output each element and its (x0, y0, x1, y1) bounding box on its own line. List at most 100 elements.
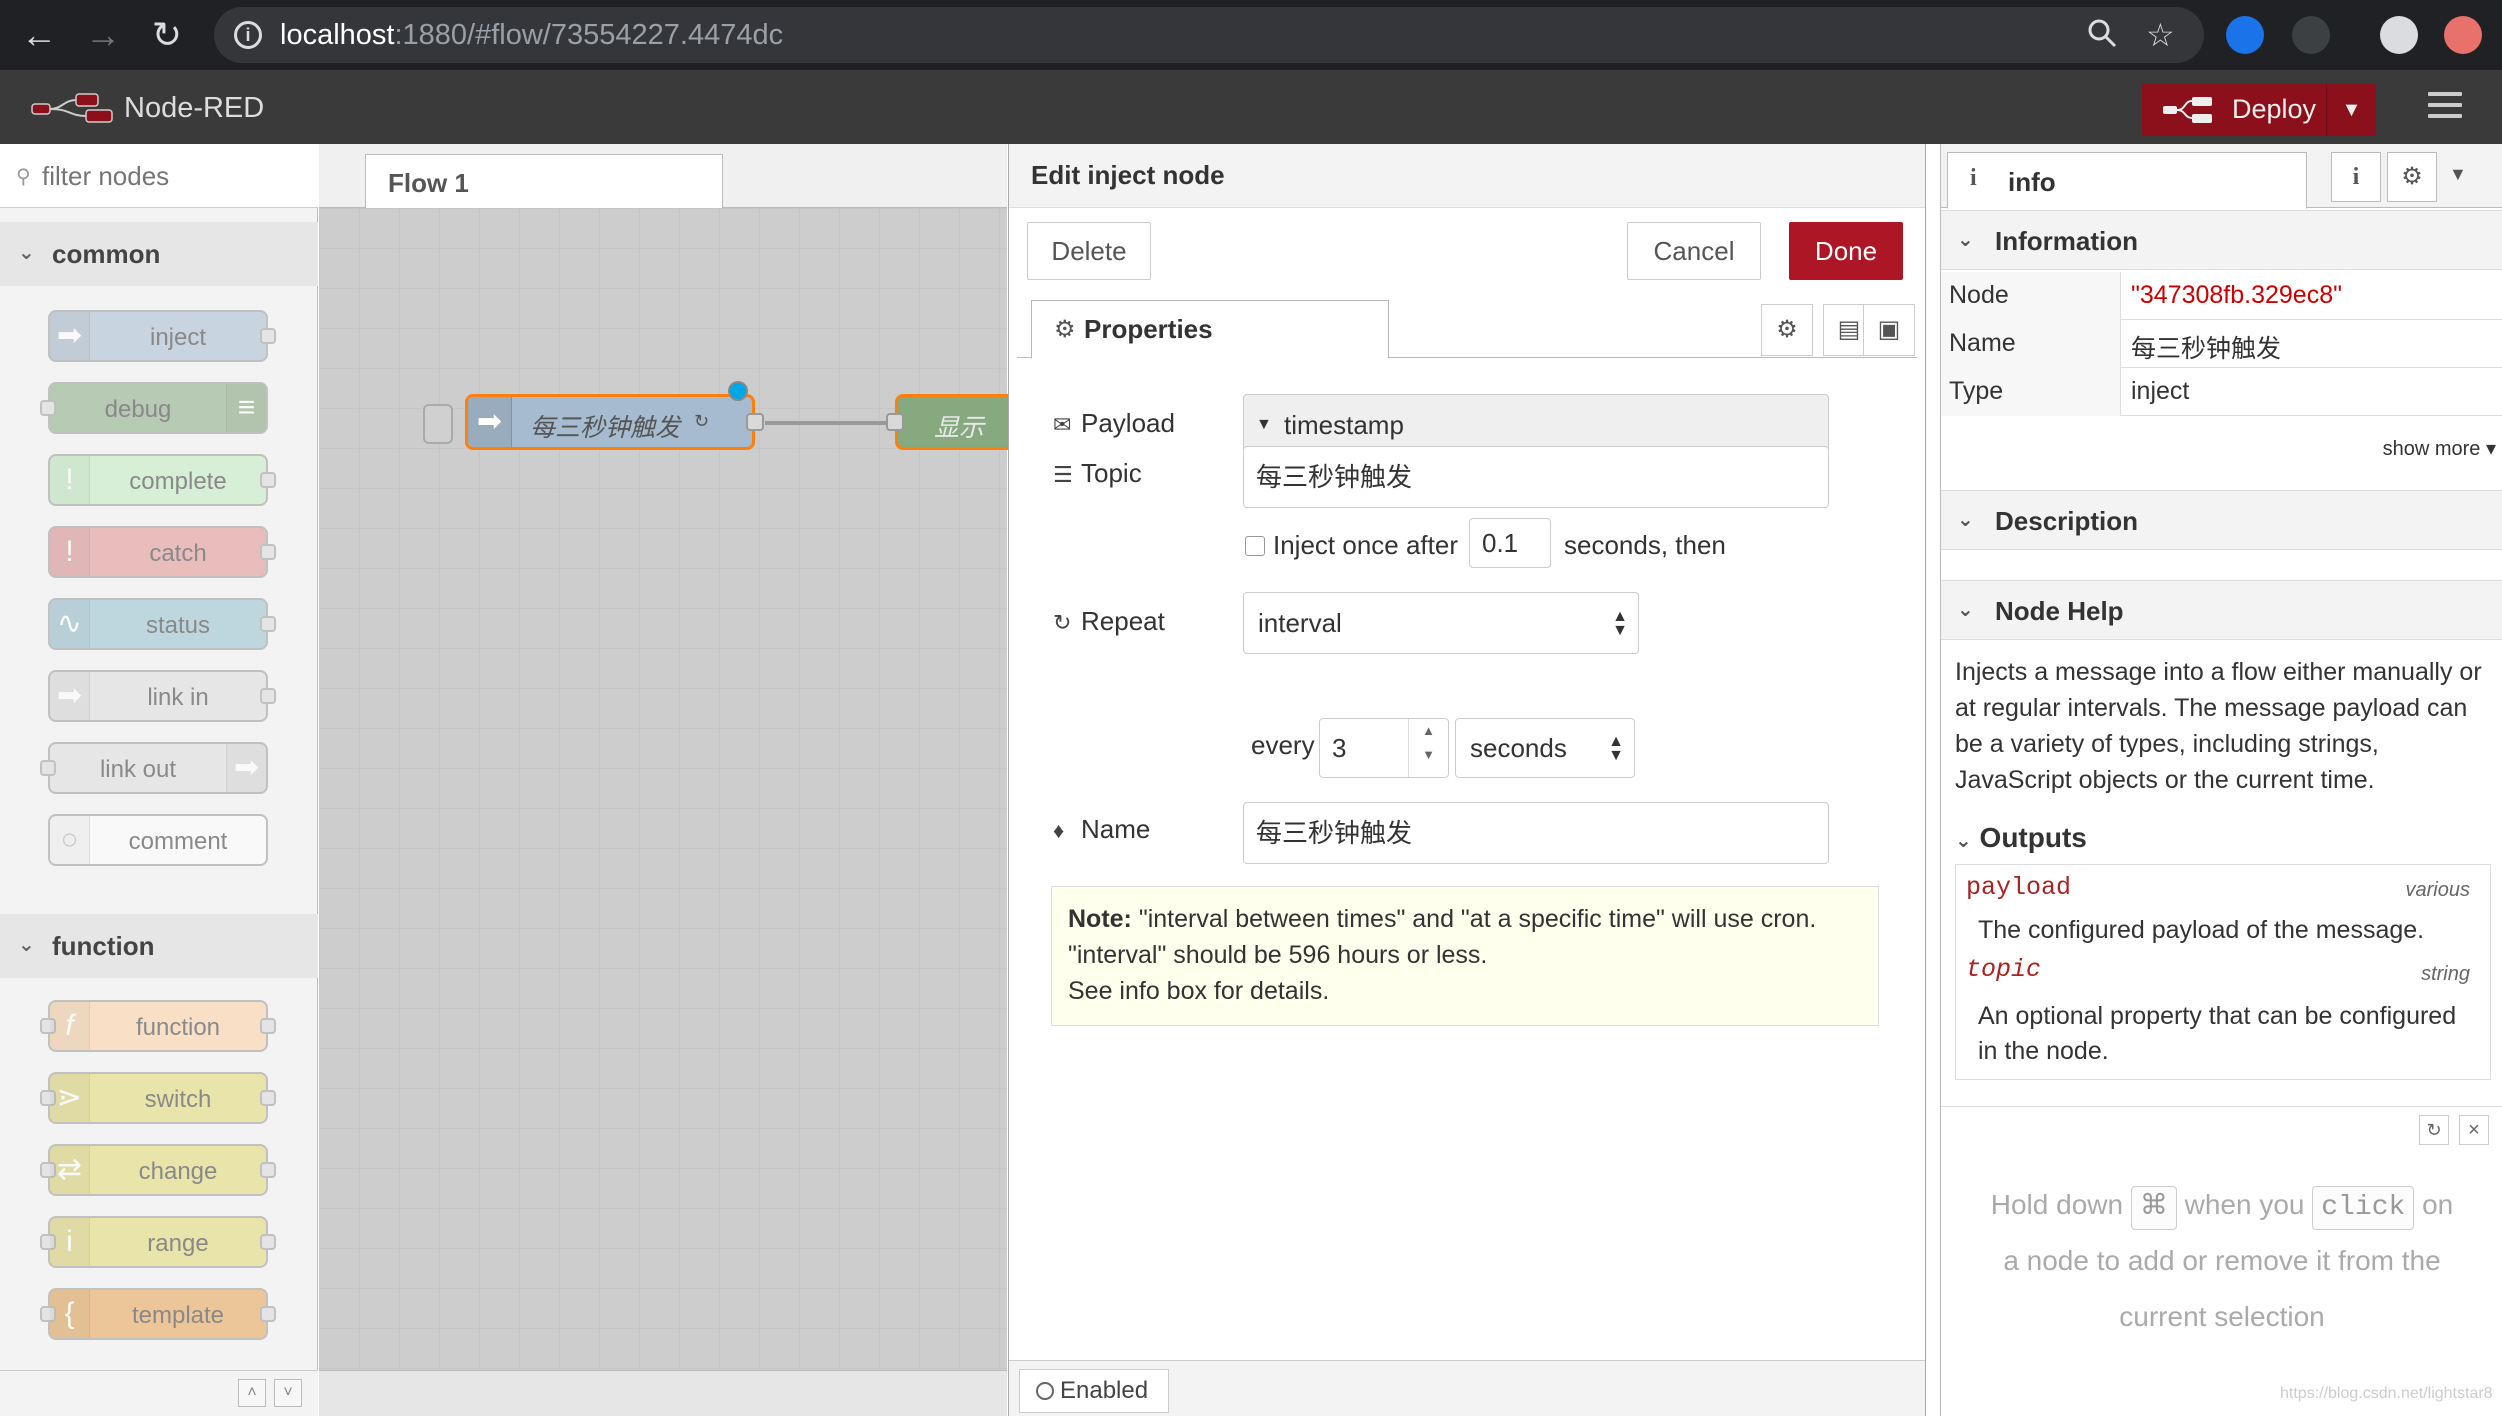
palette-category-function[interactable]: ⌄ function (0, 914, 318, 978)
appearance-frame-icon[interactable]: ▣ (1863, 304, 1915, 356)
changed-dot-icon (728, 381, 748, 401)
node-settings-gear-icon[interactable]: ⚙ (1761, 304, 1813, 356)
delete-button[interactable]: Delete (1027, 222, 1151, 280)
palette-footer: ˄ ˅ (0, 1370, 318, 1416)
flow-wire[interactable] (765, 421, 895, 425)
palette-category-common[interactable]: ⌄ common (0, 222, 318, 286)
interval-stepper[interactable]: 3 ▲ ▼ (1319, 718, 1449, 778)
node-red-logo-icon (31, 93, 113, 123)
site-info-icon[interactable]: i (234, 21, 262, 49)
collapse-all-icon[interactable]: ˄ (238, 1379, 266, 1407)
palette-node-function[interactable]: f function (40, 1000, 276, 1052)
debug-bug-icon[interactable]: ⚙ (2387, 152, 2437, 202)
topic-input[interactable]: 每三秒钟触发 (1243, 446, 1829, 508)
app-title: Node-RED (124, 92, 265, 124)
deploy-options-caret-icon[interactable]: ▼ (2326, 84, 2376, 136)
node-help-section-header[interactable]: ⌄ Node Help (1941, 580, 2502, 640)
sidebar: i info i ⚙ ▼ ⌄ Information Node "347308f… (1940, 144, 2502, 1416)
palette-node-debug[interactable]: debug ≡ (40, 382, 268, 434)
interval-units-select[interactable]: seconds ▲ ▼ (1455, 718, 1635, 778)
stepper-arrows-icon[interactable]: ▲ ▼ (1408, 719, 1448, 777)
description-section-header[interactable]: ⌄ Description (1941, 490, 2502, 550)
name-input[interactable]: 每三秒钟触发 (1243, 802, 1829, 864)
reload-icon[interactable]: ↻ (144, 12, 190, 58)
close-icon[interactable]: × (2459, 1115, 2489, 1145)
output-item: topic string (1966, 955, 2470, 985)
inject-once-delay-input[interactable]: 0.1 (1469, 518, 1551, 568)
information-section-header[interactable]: ⌄ Information (1941, 210, 2502, 270)
curly-brace-icon: { (50, 1290, 90, 1338)
info-icon: i (1970, 165, 1977, 191)
tray-header: Edit inject node (1009, 144, 1925, 208)
workspace-tabs: Flow 1 (319, 144, 1007, 209)
repeat-select[interactable]: interval ▲ ▼ (1243, 592, 1639, 654)
sidebar-menu-caret-icon[interactable]: ▼ (2449, 164, 2467, 185)
input-port[interactable] (886, 413, 904, 431)
tag-icon: ♦ (1053, 818, 1065, 843)
every-label: every (1251, 730, 1315, 760)
flow-canvas[interactable]: ➡ 每三秒钟触发 ↻ 显示 (319, 208, 1055, 1370)
update-icon[interactable] (2444, 16, 2482, 54)
workspace-footer (319, 1370, 1007, 1416)
bookmark-star-icon[interactable]: ☆ (2146, 17, 2175, 53)
tab-properties[interactable]: ⚙ Properties (1031, 300, 1389, 359)
prop-row-node: Node "347308fb.329ec8" (1941, 272, 2502, 320)
zoom-icon[interactable] (2086, 17, 2118, 56)
browser-toolbar: ← → ↻ i localhost:1880/#flow/73554227.44… (0, 0, 2502, 70)
inject-trigger-button[interactable] (423, 404, 453, 444)
deploy-button[interactable]: Deploy ▼ (2142, 84, 2376, 136)
function-f-icon: f (50, 1002, 90, 1050)
output-port (260, 1162, 276, 1178)
deploy-flow-icon (2163, 97, 2212, 123)
inject-once-label: Inject once after (1273, 530, 1458, 560)
filter-nodes-input[interactable] (42, 158, 302, 194)
show-more-link[interactable]: show more ▾ (2383, 436, 2496, 461)
exclamation-icon: ! (50, 528, 90, 576)
extension-icon[interactable] (2292, 16, 2330, 54)
extension-shield-icon[interactable] (2226, 16, 2264, 54)
palette-node-range[interactable]: i range (40, 1216, 276, 1268)
prop-row-name: Name 每三秒钟触发 (1941, 320, 2502, 368)
expand-all-icon[interactable]: ˅ (274, 1379, 302, 1407)
gear-icon: ⚙ (1054, 316, 1076, 343)
input-port (40, 760, 56, 776)
output-port[interactable] (746, 413, 764, 431)
forward-icon[interactable]: → (80, 12, 126, 58)
palette-node-inject[interactable]: ➡ inject (48, 310, 276, 362)
url-text[interactable]: localhost:1880/#flow/73554227.4474dc (280, 19, 783, 52)
app-header: Node-RED Deploy ▼ (0, 70, 2502, 144)
back-icon[interactable]: ← (16, 12, 62, 58)
info-icon[interactable]: i (2331, 152, 2381, 202)
done-button[interactable]: Done (1789, 222, 1903, 280)
palette-node-switch[interactable]: ⋗ switch (40, 1072, 276, 1124)
address-bar[interactable]: i localhost:1880/#flow/73554227.4474dc ☆ (214, 7, 2204, 63)
chevron-down-icon: ⌄ (1957, 509, 1974, 531)
enabled-toggle[interactable]: Enabled (1019, 1369, 1169, 1413)
tab-info[interactable]: i info (1947, 152, 2307, 209)
refresh-icon[interactable]: ↻ (2419, 1115, 2449, 1145)
flow-node-inject[interactable]: ➡ 每三秒钟触发 ↻ (465, 381, 764, 450)
palette-node-change[interactable]: ⇄ change (40, 1144, 276, 1196)
palette-node-status[interactable]: ∿ status (48, 598, 276, 650)
inject-once-checkbox[interactable] (1245, 536, 1265, 556)
output-port (260, 616, 276, 632)
inject-arrow-icon: ➡ (50, 312, 90, 360)
palette-node-template[interactable]: { template (40, 1288, 276, 1340)
refresh-icon: ↻ (1053, 610, 1072, 635)
palette-node-comment[interactable]: ○ comment (48, 814, 268, 866)
tab-flow-1[interactable]: Flow 1 (365, 154, 723, 209)
output-port (260, 1090, 276, 1106)
main-menu-hamburger-icon[interactable] (2428, 92, 2462, 122)
palette-node-link-out[interactable]: link out ➡ (40, 742, 268, 794)
palette-node-link-in[interactable]: ➡ link in (48, 670, 276, 722)
profile-avatar-icon[interactable] (2380, 16, 2418, 54)
palette-node-complete[interactable]: ! complete (48, 454, 276, 506)
cancel-button[interactable]: Cancel (1627, 222, 1761, 280)
palette-node-catch[interactable]: ! catch (48, 526, 276, 578)
output-port (260, 1018, 276, 1034)
output-item: payload various (1966, 873, 2470, 902)
debug-list-icon: ≡ (226, 384, 266, 432)
flow-node-label: 每三秒钟触发 (530, 414, 681, 442)
pulse-icon: ∿ (50, 600, 90, 648)
output-port (260, 1306, 276, 1322)
